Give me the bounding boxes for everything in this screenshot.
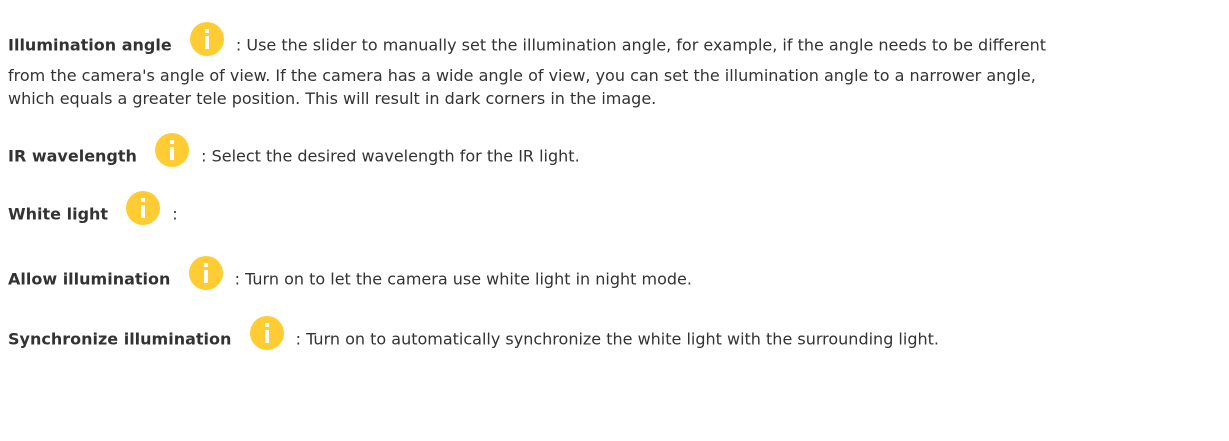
white-light-entry: White light : [8,191,178,233]
illumination-angle-desc-2: from the camera's angle of view. If the … [8,66,1036,85]
illumination-angle-entry: Illumination angle : Use the slider to m… [8,20,1223,110]
synchronize-illumination-term: Synchronize illumination [8,329,232,349]
illumination-angle-desc-1: : Use the slider to manually set the ill… [235,35,1046,55]
synchronize-illumination-desc: : Turn on to automatically synchronize t… [295,329,939,349]
info-icon[interactable] [125,190,161,226]
info-icon[interactable] [188,255,224,291]
illumination-angle-desc-3: which equals a greater tele position. Th… [8,89,657,108]
info-icon[interactable] [154,132,190,168]
ir-wavelength-term: IR wavelength [8,146,137,166]
allow-illumination-term: Allow illumination [8,269,171,289]
allow-illumination-entry: Allow illumination : Turn on to let the … [8,256,692,298]
info-icon[interactable] [189,21,225,57]
white-light-desc: : [172,204,178,224]
allow-illumination-desc: : Turn on to let the camera use white li… [234,269,692,289]
ir-wavelength-entry: IR wavelength : Select the desired wavel… [8,133,580,175]
synchronize-illumination-entry: Synchronize illumination : Turn on to au… [8,316,939,358]
ir-wavelength-desc: : Select the desired wavelength for the … [201,146,580,166]
illumination-angle-term: Illumination angle [8,35,172,55]
white-light-term: White light [8,204,109,224]
info-icon[interactable] [249,315,285,351]
